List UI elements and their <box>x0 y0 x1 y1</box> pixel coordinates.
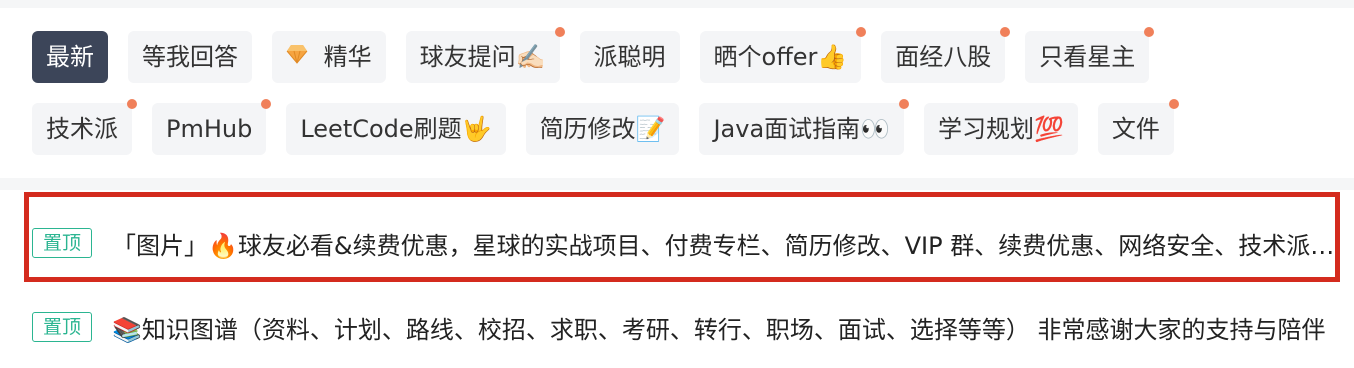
gem-icon <box>286 30 308 82</box>
tag-label: 技术派 <box>46 115 118 143</box>
tag-pmhub[interactable]: PmHub <box>152 99 272 155</box>
notification-dot <box>1000 27 1011 37</box>
tag-waiting-answer[interactable]: 等我回答 <box>128 31 252 83</box>
tag-study-plan[interactable]: 学习规划💯 <box>924 103 1078 155</box>
tag-leetcode[interactable]: LeetCode刷题🤟 <box>286 103 506 155</box>
pinned-badge: 置顶 <box>32 228 93 258</box>
tag-paicongming[interactable]: 派聪明 <box>579 31 680 83</box>
tag-label: 晒个offer👍 <box>713 43 848 71</box>
notification-dot <box>856 27 867 37</box>
tag-files[interactable]: 文件 <box>1097 99 1179 155</box>
tag-member-questions[interactable]: 球友提问✍🏻 <box>405 27 565 83</box>
tag-label: LeetCode刷题🤟 <box>300 115 492 143</box>
top-strip <box>0 0 1354 8</box>
pinned-badge: 置顶 <box>32 312 93 342</box>
tag-label: PmHub <box>166 115 253 143</box>
tag-label: 等我回答 <box>142 43 238 71</box>
tag-row-2: 技术派 PmHub LeetCode刷题🤟 简历修改📝 Java面试指南👀 学习… <box>32 99 1179 155</box>
post-title[interactable]: 📚知识图谱（资料、计划、路线、校招、求职、考研、转行、职场、面试、选择等等） 非… <box>112 310 1338 345</box>
tag-label: Java面试指南👀 <box>713 115 891 143</box>
tag-resume-review[interactable]: 简历修改📝 <box>525 103 680 155</box>
tag-label: 面经八股 <box>895 43 992 71</box>
notification-dot <box>899 99 910 109</box>
tag-latest[interactable]: 最新 <box>32 31 108 83</box>
tag-row-1: 最新 等我回答 精华 球友提问✍🏻 派聪明 晒个offer👍 面经八股 只看星主 <box>32 27 1155 83</box>
tag-jishupai[interactable]: 技术派 <box>32 99 137 155</box>
tag-label: 只看星主 <box>1039 43 1136 71</box>
tag-label: 精华 <box>323 43 372 71</box>
pinned-post-row[interactable]: 置顶 📚知识图谱（资料、计划、路线、校招、求职、考研、转行、职场、面试、选择等等… <box>0 297 1354 357</box>
notification-dot <box>554 27 565 37</box>
tag-java-interview-guide[interactable]: Java面试指南👀 <box>699 99 910 155</box>
tag-label: 简历修改📝 <box>539 115 666 143</box>
tag-share-offer[interactable]: 晒个offer👍 <box>699 27 867 83</box>
notification-dot <box>261 99 272 109</box>
tag-label: 最新 <box>46 43 94 71</box>
tag-interview-experience[interactable]: 面经八股 <box>881 27 1011 83</box>
tag-label: 派聪明 <box>593 43 666 71</box>
tag-label: 球友提问✍🏻 <box>419 43 546 71</box>
pinned-post-row[interactable]: 置顶 「图片」🔥球友必看&续费优惠，星球的实战项目、付费专栏、简历修改、VIP … <box>0 213 1354 273</box>
notification-dot <box>1144 27 1155 37</box>
tag-filter-panel: 最新 等我回答 精华 球友提问✍🏻 派聪明 晒个offer👍 面经八股 只看星主… <box>0 8 1354 178</box>
notification-dot <box>127 99 137 109</box>
tag-owner-only[interactable]: 只看星主 <box>1025 27 1155 83</box>
section-divider <box>0 178 1354 190</box>
tag-label: 学习规划💯 <box>938 115 1064 143</box>
tag-label: 文件 <box>1111 115 1160 143</box>
post-title[interactable]: 「图片」🔥球友必看&续费优惠，星球的实战项目、付费专栏、简历修改、VIP 群、续… <box>112 226 1338 261</box>
tag-featured[interactable]: 精华 <box>272 31 386 83</box>
notification-dot <box>1168 99 1179 109</box>
